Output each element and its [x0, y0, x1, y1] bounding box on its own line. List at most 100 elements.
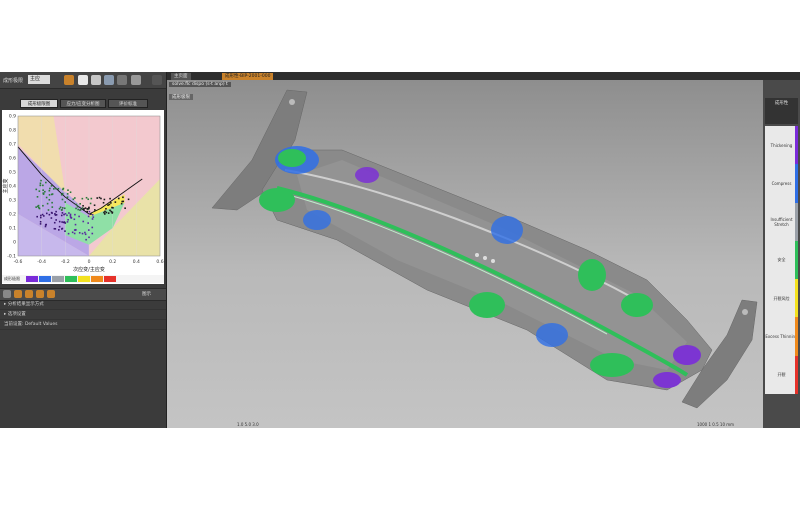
export-icon[interactable]	[47, 290, 55, 298]
zone-safe-1	[278, 149, 306, 167]
strain-point-49	[69, 213, 72, 216]
tab-stress-strain[interactable]: 应力/应变分析图	[60, 99, 106, 108]
x-tick-1: -0.4	[37, 259, 46, 265]
mark-1	[475, 253, 479, 257]
strain-point-71	[54, 187, 57, 190]
strain-point-39	[79, 209, 81, 211]
strain-point-top-23	[103, 213, 106, 215]
camera-icon[interactable]	[78, 75, 88, 85]
zone-safe-6	[590, 353, 634, 377]
strain-point-77	[36, 196, 39, 198]
strain-point-top-10	[124, 207, 126, 210]
strain-point-top-37	[114, 201, 117, 203]
print-icon[interactable]	[36, 290, 44, 298]
zone-safe-2	[259, 188, 295, 212]
strain-point-115	[38, 190, 41, 192]
bottom-combo[interactable]: 图示	[142, 291, 151, 297]
strain-point-137	[42, 193, 45, 195]
legend-header: 成形性	[765, 98, 798, 124]
settings-icon[interactable]	[131, 75, 141, 85]
legend-color-5	[795, 317, 798, 356]
tab-formability[interactable]: 成形性-BIP-2001-000	[222, 73, 274, 80]
arrow-icon[interactable]	[3, 290, 11, 298]
legend-item-3: 安全	[765, 240, 798, 280]
strain-point-top-6	[100, 197, 102, 200]
strain-point-81	[42, 184, 44, 187]
strain-point-13	[91, 232, 94, 235]
y-tick-0: 0.9	[9, 114, 16, 120]
strain-point-67	[58, 225, 61, 228]
grid-icon[interactable]	[104, 75, 114, 85]
status-left: 1.0 5.0 3.0	[237, 422, 259, 427]
zone-safe-3	[578, 259, 606, 291]
strain-point-35	[78, 231, 81, 234]
strain-point-38	[89, 202, 92, 205]
formability-legend: Thickening Compress Insufficient Stretch 安全…	[765, 126, 798, 394]
mark-2	[483, 256, 487, 260]
strain-point-53	[76, 205, 79, 208]
view-icon[interactable]	[117, 75, 127, 85]
x-tick-6: 0.6	[156, 259, 163, 265]
strain-point-top-5	[86, 210, 89, 213]
tab-criteria[interactable]: 评价标准	[108, 99, 148, 108]
strain-point-21	[39, 182, 42, 185]
part-model	[211, 89, 758, 409]
toolbar-combo[interactable]: 主应	[28, 75, 50, 84]
3d-viewport[interactable]: solve.flc dispo (s-t anp) t 成形极限	[167, 80, 763, 428]
legend-label: 成形极限	[4, 276, 20, 281]
y-tick-9: 0	[13, 240, 16, 246]
close-icon[interactable]	[152, 75, 162, 85]
strain-point-14	[59, 206, 62, 209]
strain-point-135	[81, 207, 84, 209]
legend-color-2	[795, 202, 798, 241]
strain-point-131	[69, 191, 72, 194]
tab-flc[interactable]: 成形极限图	[20, 99, 58, 108]
save-icon[interactable]	[25, 290, 33, 298]
strain-point-top-29	[122, 196, 124, 199]
strain-point-26	[42, 215, 45, 217]
legend-swatch-6	[91, 276, 103, 282]
strain-point-58	[66, 196, 69, 198]
strain-point-top-13	[98, 196, 101, 199]
y-tick-6: 0.3	[9, 198, 16, 204]
strain-point-55	[48, 189, 51, 192]
legend-swatch-5	[78, 276, 90, 282]
y-tick-5: 0.4	[9, 184, 16, 190]
tab-home[interactable]: 主页面	[171, 73, 191, 80]
strain-point-126	[87, 198, 90, 201]
strain-point-68	[63, 213, 65, 216]
strain-point-132	[51, 212, 53, 214]
prop-row-display[interactable]: ▸ 分析结果显示方式	[0, 300, 166, 310]
left-tabs: 成形极限图 应力/应变分析图 评价标准	[0, 99, 166, 109]
strain-point-100	[46, 202, 49, 205]
strain-point-112	[63, 221, 66, 223]
strain-point-31	[60, 209, 63, 211]
strain-point-36	[50, 193, 53, 196]
strain-point-11	[90, 197, 93, 200]
zone-thick-2	[673, 345, 701, 365]
strain-point-33	[61, 212, 64, 214]
strain-point-122	[66, 221, 69, 223]
legend-swatch-3	[52, 276, 64, 282]
strain-point-17	[61, 221, 63, 223]
strain-point-top-7	[117, 197, 120, 200]
zone-thick-1	[355, 167, 379, 183]
strain-point-114	[54, 228, 57, 230]
strain-point-54	[74, 197, 76, 199]
strain-point-97	[62, 187, 65, 190]
strain-point-59	[84, 233, 87, 236]
prop-row-options[interactable]: ▸ 选项设置	[0, 310, 166, 320]
strain-point-85	[87, 222, 89, 224]
strain-point-34	[50, 217, 53, 219]
strain-point-6	[73, 232, 76, 235]
strain-point-40	[67, 232, 70, 235]
strain-point-top-30	[122, 200, 125, 203]
strain-point-89	[72, 198, 75, 201]
chart-legend-bar: 成形极限	[2, 275, 164, 283]
copy-icon[interactable]	[14, 290, 22, 298]
strain-point-top-14	[120, 202, 123, 205]
image-icon[interactable]	[91, 75, 101, 85]
strain-point-37	[85, 196, 88, 199]
hand-icon[interactable]	[64, 75, 74, 85]
zone-safe-5	[469, 292, 505, 318]
